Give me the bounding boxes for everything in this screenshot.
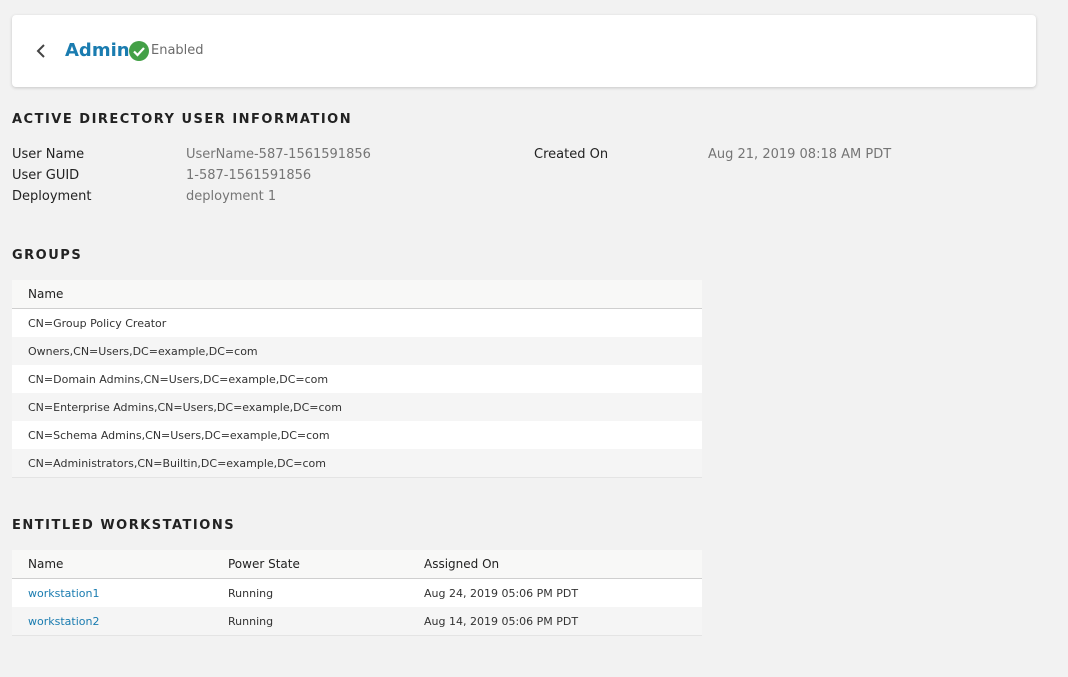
table-row: CN=Enterprise Admins,CN=Users,DC=example… xyxy=(12,393,702,421)
table-header-row: Name Power State Assigned On xyxy=(12,550,702,579)
user-guid-label: User GUID xyxy=(12,168,80,183)
workstation-name-link[interactable]: workstation2 xyxy=(12,607,212,636)
assigned-on-cell: Aug 24, 2019 05:06 PM PDT xyxy=(408,578,702,607)
status-label: Enabled xyxy=(151,43,204,58)
user-guid-value: 1-587-1561591856 xyxy=(186,168,312,183)
user-header-card: Admin Enabled xyxy=(12,15,1036,87)
table-row: CN=Administrators,CN=Builtin,DC=example,… xyxy=(12,449,702,478)
deployment-value: deployment 1 xyxy=(186,189,277,204)
group-name-cell: CN=Administrators,CN=Builtin,DC=example,… xyxy=(12,449,702,478)
groups-section-title: GROUPS xyxy=(12,248,83,263)
created-on-value: Aug 21, 2019 08:18 AM PDT xyxy=(708,147,892,162)
table-row: workstation1 Running Aug 24, 2019 05:06 … xyxy=(12,578,702,607)
created-on-label: Created On xyxy=(534,147,609,162)
table-header-row: Name xyxy=(12,280,702,309)
page-title[interactable]: Admin xyxy=(65,39,130,63)
user-name-label: User Name xyxy=(12,147,85,162)
group-name-cell: Owners,CN=Users,DC=example,DC=com xyxy=(12,337,702,365)
column-header-name[interactable]: Name xyxy=(12,550,212,579)
power-state-cell: Running xyxy=(212,607,408,636)
column-header-name[interactable]: Name xyxy=(12,280,702,309)
deployment-label: Deployment xyxy=(12,189,92,204)
table-row: CN=Group Policy Creator xyxy=(12,308,702,337)
group-name-cell: CN=Enterprise Admins,CN=Users,DC=example… xyxy=(12,393,702,421)
assigned-on-cell: Aug 14, 2019 05:06 PM PDT xyxy=(408,607,702,636)
column-header-assigned-on[interactable]: Assigned On xyxy=(408,550,702,579)
chevron-left-icon[interactable] xyxy=(34,39,48,63)
group-name-cell: CN=Group Policy Creator xyxy=(12,308,702,337)
column-header-power-state[interactable]: Power State xyxy=(212,550,408,579)
group-name-cell: CN=Domain Admins,CN=Users,DC=example,DC=… xyxy=(12,365,702,393)
table-row: Owners,CN=Users,DC=example,DC=com xyxy=(12,337,702,365)
table-row: CN=Domain Admins,CN=Users,DC=example,DC=… xyxy=(12,365,702,393)
table-row: workstation2 Running Aug 14, 2019 05:06 … xyxy=(12,607,702,636)
power-state-cell: Running xyxy=(212,578,408,607)
groups-table: Name CN=Group Policy Creator Owners,CN=U… xyxy=(12,280,702,478)
table-row: CN=Schema Admins,CN=Users,DC=example,DC=… xyxy=(12,421,702,449)
workstations-section-title: ENTITLED WORKSTATIONS xyxy=(12,518,236,533)
workstations-table: Name Power State Assigned On workstation… xyxy=(12,550,702,636)
check-circle-icon xyxy=(129,41,149,61)
workstation-name-link[interactable]: workstation1 xyxy=(12,578,212,607)
ad-info-section-title: ACTIVE DIRECTORY USER INFORMATION xyxy=(12,112,353,127)
user-name-value: UserName-587-1561591856 xyxy=(186,147,371,162)
group-name-cell: CN=Schema Admins,CN=Users,DC=example,DC=… xyxy=(12,421,702,449)
